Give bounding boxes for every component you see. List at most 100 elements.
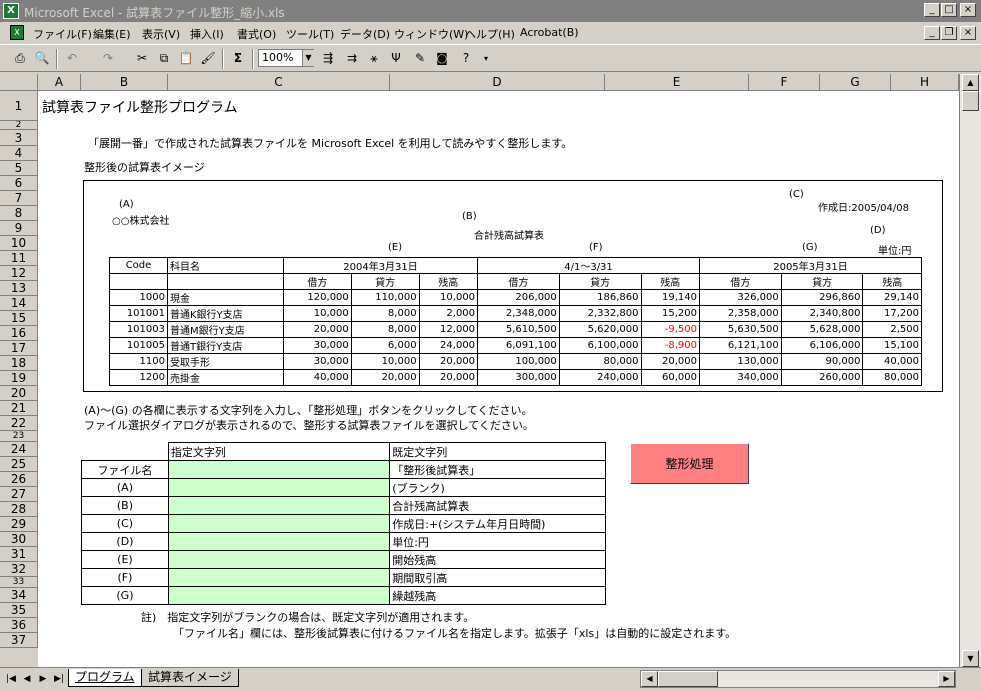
scroll-up-icon[interactable]: ▲ (962, 74, 979, 91)
workbook-icon[interactable]: X (10, 25, 24, 40)
format-process-button[interactable]: 整形処理 (630, 443, 749, 484)
prev-sheet-icon[interactable]: ◀ (20, 671, 34, 687)
select-all-corner[interactable] (0, 74, 38, 91)
column-header[interactable]: G (820, 74, 891, 91)
row-header[interactable]: 6 (0, 176, 38, 191)
redo-icon[interactable]: ↷ (98, 49, 118, 68)
scroll-right-icon[interactable]: ▶ (938, 671, 955, 687)
trace-error-icon[interactable]: Ψ (386, 49, 406, 68)
menu-window[interactable]: ウィンドウ(W) (394, 26, 468, 42)
row-header[interactable]: 29 (0, 517, 38, 532)
menu-file[interactable]: ファイル(F) (33, 26, 92, 42)
scroll-left-icon[interactable]: ◀ (641, 671, 658, 687)
row-header[interactable]: 10 (0, 236, 38, 251)
doc-close-button[interactable]: × (960, 26, 976, 40)
row-header[interactable]: 37 (0, 633, 38, 648)
row-header[interactable]: 12 (0, 266, 38, 281)
row-header[interactable]: 27 (0, 487, 38, 502)
row-header[interactable]: 33 (0, 577, 38, 588)
menu-tools[interactable]: ツール(T) (286, 26, 334, 42)
toolbar-options-icon[interactable]: ▾ (476, 49, 496, 68)
print-preview-icon[interactable]: 🔍 (32, 49, 52, 68)
spec-string-input[interactable] (167, 496, 391, 515)
spec-string-input[interactable] (167, 460, 391, 479)
scroll-down-icon[interactable]: ▼ (962, 650, 979, 667)
menu-edit[interactable]: 編集(E) (93, 26, 131, 42)
camera-icon[interactable]: ◙ (432, 49, 452, 68)
column-header[interactable]: D (390, 74, 605, 91)
row-header[interactable]: 36 (0, 618, 38, 633)
row-header[interactable]: 4 (0, 146, 38, 161)
spec-string-input[interactable] (167, 514, 391, 533)
doc-minimize-button[interactable]: _ (924, 26, 940, 40)
menu-format[interactable]: 書式(O) (237, 26, 276, 42)
row-header[interactable]: 1 (0, 91, 38, 121)
row-header[interactable]: 34 (0, 588, 38, 603)
tab-program[interactable]: プログラム (68, 669, 142, 687)
minimize-button[interactable]: _ (924, 3, 940, 17)
row-header[interactable]: 31 (0, 547, 38, 562)
column-header[interactable]: A (38, 74, 81, 91)
close-button[interactable]: × (960, 3, 976, 17)
scroll-thumb[interactable] (962, 91, 979, 111)
row-header[interactable]: 35 (0, 603, 38, 618)
cut-icon[interactable]: ✂ (132, 49, 152, 68)
worksheet[interactable]: 試算表ファイル整形プログラム 「展開一番」で作成された試算表ファイルを Micr… (38, 91, 959, 667)
column-header[interactable]: B (81, 74, 168, 91)
row-header[interactable]: 7 (0, 191, 38, 206)
menu-acrobat[interactable]: Acrobat(B) (520, 26, 579, 39)
row-header[interactable]: 5 (0, 161, 38, 176)
paste-icon[interactable]: 📋 (176, 49, 196, 68)
row-header[interactable]: 28 (0, 502, 38, 517)
next-sheet-icon[interactable]: ▶ (36, 671, 50, 687)
maximize-button[interactable]: □ (941, 3, 957, 17)
row-header[interactable]: 20 (0, 386, 38, 401)
column-header[interactable]: H (891, 74, 959, 91)
row-header[interactable]: 19 (0, 371, 38, 386)
trace-dependents-icon[interactable]: ⇉ (342, 49, 362, 68)
doc-restore-button[interactable]: ❐ (941, 26, 957, 40)
print-icon[interactable]: ⎙ (10, 49, 30, 68)
row-header[interactable]: 21 (0, 401, 38, 416)
row-header[interactable]: 11 (0, 251, 38, 266)
row-header[interactable]: 18 (0, 356, 38, 371)
row-header[interactable]: 9 (0, 221, 38, 236)
row-header[interactable]: 24 (0, 442, 38, 457)
row-header[interactable]: 17 (0, 341, 38, 356)
row-header[interactable]: 8 (0, 206, 38, 221)
row-header[interactable]: 3 (0, 130, 38, 146)
last-sheet-icon[interactable]: ▶| (52, 671, 66, 687)
row-header[interactable]: 32 (0, 562, 38, 577)
horizontal-scrollbar[interactable]: ◀ ▶ (640, 670, 956, 688)
column-header[interactable]: C (168, 74, 390, 91)
row-header[interactable]: 14 (0, 296, 38, 311)
row-header[interactable]: 15 (0, 311, 38, 326)
column-header[interactable]: F (749, 74, 820, 91)
tab-image[interactable]: 試算表イメージ (142, 669, 239, 687)
copy-icon[interactable]: ⧉ (154, 49, 174, 68)
spec-string-input[interactable] (167, 568, 391, 587)
row-header[interactable]: 26 (0, 472, 38, 487)
row-header[interactable]: 23 (0, 431, 38, 442)
spec-string-input[interactable] (167, 550, 391, 569)
spec-string-input[interactable] (167, 532, 391, 551)
chevron-down-icon[interactable]: ▼ (302, 50, 314, 66)
column-header[interactable]: E (605, 74, 749, 91)
comment-icon[interactable]: ✎ (410, 49, 430, 68)
spec-string-input[interactable] (167, 586, 391, 605)
first-sheet-icon[interactable]: |◀ (4, 671, 18, 687)
hscroll-thumb[interactable] (658, 671, 718, 687)
row-header[interactable]: 25 (0, 457, 38, 472)
help-icon[interactable]: ? (456, 49, 476, 68)
menu-view[interactable]: 表示(V) (142, 26, 180, 42)
menu-help[interactable]: ヘルプ(H) (465, 26, 515, 42)
menu-data[interactable]: データ(D) (340, 26, 390, 42)
row-header[interactable]: 30 (0, 532, 38, 547)
remove-arrows-icon[interactable]: ⚹ (364, 49, 384, 68)
row-header[interactable]: 22 (0, 416, 38, 431)
row-header[interactable]: 2 (0, 121, 38, 130)
vertical-scrollbar[interactable]: ▲ ▼ (959, 74, 981, 667)
spec-string-input[interactable] (167, 478, 391, 497)
format-painter-icon[interactable]: 🖌 (198, 49, 218, 68)
menu-insert[interactable]: 挿入(I) (190, 26, 224, 42)
